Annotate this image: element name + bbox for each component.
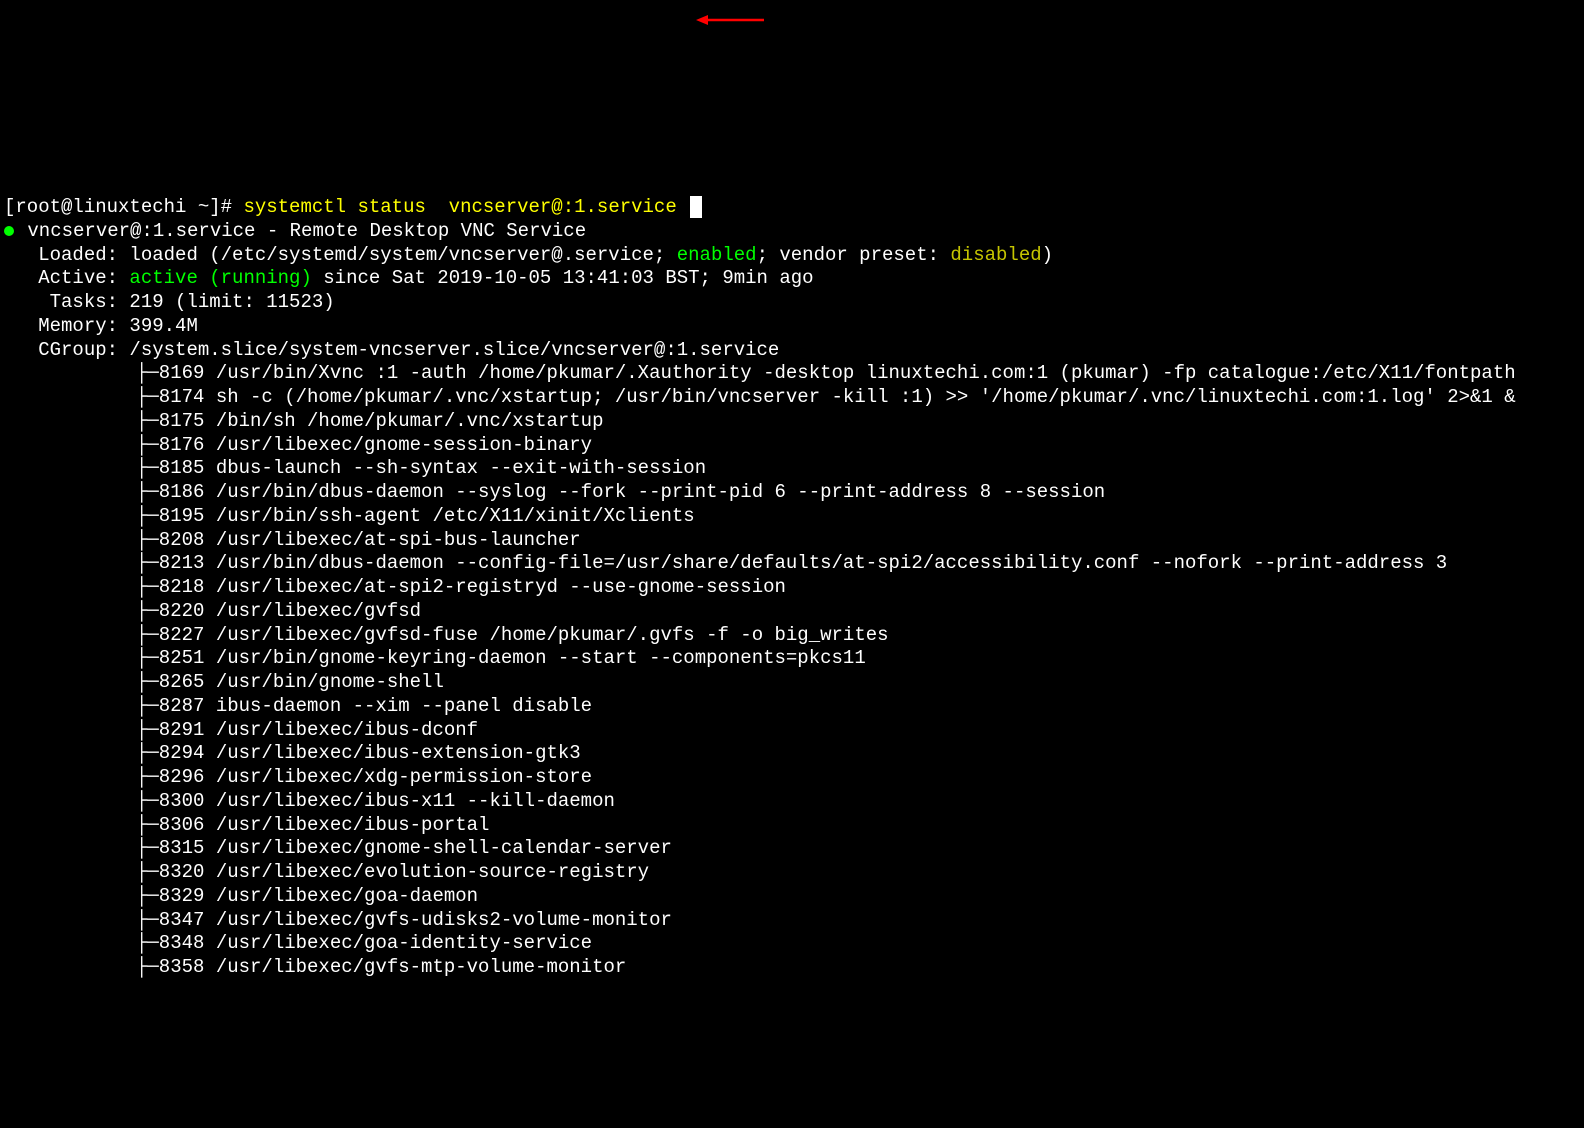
service-header-line: vncserver@:1.service - Remote Desktop VN… bbox=[4, 220, 586, 244]
loaded-line: Loaded: loaded (/etc/systemd/system/vncs… bbox=[4, 244, 1053, 268]
process-row: ├─8315 /usr/libexec/gnome-shell-calendar… bbox=[136, 837, 1580, 861]
process-row: ├─8174 sh -c (/home/pkumar/.vnc/xstartup… bbox=[136, 386, 1580, 410]
process-row: ├─8348 /usr/libexec/goa-identity-service bbox=[136, 932, 1580, 956]
process-row: ├─8169 /usr/bin/Xvnc :1 -auth /home/pkum… bbox=[136, 362, 1580, 386]
process-row: ├─8218 /usr/libexec/at-spi2-registryd --… bbox=[136, 576, 1580, 600]
cgroup-line: CGroup: /system.slice/system-vncserver.s… bbox=[4, 339, 779, 363]
process-row: ├─8227 /usr/libexec/gvfsd-fuse /home/pku… bbox=[136, 624, 1580, 648]
command-line: [root@linuxtechi ~]# systemctl status vn… bbox=[4, 196, 702, 220]
process-row: ├─8175 /bin/sh /home/pkumar/.vnc/xstartu… bbox=[136, 410, 1580, 434]
process-row: ├─8265 /usr/bin/gnome-shell bbox=[136, 671, 1580, 695]
process-row: ├─8306 /usr/libexec/ibus-portal bbox=[136, 814, 1580, 838]
process-row: ├─8176 /usr/libexec/gnome-session-binary bbox=[136, 434, 1580, 458]
process-row: ├─8294 /usr/libexec/ibus-extension-gtk3 bbox=[136, 742, 1580, 766]
process-row: ├─8208 /usr/libexec/at-spi-bus-launcher bbox=[136, 529, 1580, 553]
cursor-icon bbox=[690, 196, 702, 218]
process-row: ├─8220 /usr/libexec/gvfsd bbox=[136, 600, 1580, 624]
terminal-output[interactable]: [root@linuxtechi ~]# systemctl status vn… bbox=[4, 101, 1580, 1004]
process-row: ├─8185 dbus-launch --sh-syntax --exit-wi… bbox=[136, 457, 1580, 481]
active-line: Active: active (running) since Sat 2019-… bbox=[4, 267, 814, 291]
status-dot-icon bbox=[4, 226, 14, 236]
memory-line: Memory: 399.4M bbox=[4, 315, 198, 339]
process-row: ├─8300 /usr/libexec/ibus-x11 --kill-daem… bbox=[136, 790, 1580, 814]
process-row: ├─8358 /usr/libexec/gvfs-mtp-volume-moni… bbox=[136, 956, 1580, 980]
enabled-status: enabled bbox=[677, 244, 757, 266]
process-row: ├─8291 /usr/libexec/ibus-dconf bbox=[136, 719, 1580, 743]
tasks-line: Tasks: 219 (limit: 11523) bbox=[4, 291, 335, 315]
process-row: ├─8251 /usr/bin/gnome-keyring-daemon --s… bbox=[136, 647, 1580, 671]
shell-prompt: [root@linuxtechi ~]# bbox=[4, 196, 243, 218]
process-tree: ├─8169 /usr/bin/Xvnc :1 -auth /home/pkum… bbox=[4, 362, 1580, 980]
process-row: ├─8347 /usr/libexec/gvfs-udisks2-volume-… bbox=[136, 909, 1580, 933]
disabled-status: disabled bbox=[950, 244, 1041, 266]
process-row: ├─8195 /usr/bin/ssh-agent /etc/X11/xinit… bbox=[136, 505, 1580, 529]
annotation-arrow-icon bbox=[696, 14, 766, 26]
process-row: ├─8329 /usr/libexec/goa-daemon bbox=[136, 885, 1580, 909]
process-row: ├─8296 /usr/libexec/xdg-permission-store bbox=[136, 766, 1580, 790]
process-row: ├─8287 ibus-daemon --xim --panel disable bbox=[136, 695, 1580, 719]
active-status: active (running) bbox=[118, 267, 312, 289]
process-row: ├─8213 /usr/bin/dbus-daemon --config-fil… bbox=[136, 552, 1580, 576]
process-row: ├─8186 /usr/bin/dbus-daemon --syslog --f… bbox=[136, 481, 1580, 505]
command-text: systemctl status vncserver@:1.service bbox=[243, 196, 676, 218]
process-row: ├─8320 /usr/libexec/evolution-source-reg… bbox=[136, 861, 1580, 885]
